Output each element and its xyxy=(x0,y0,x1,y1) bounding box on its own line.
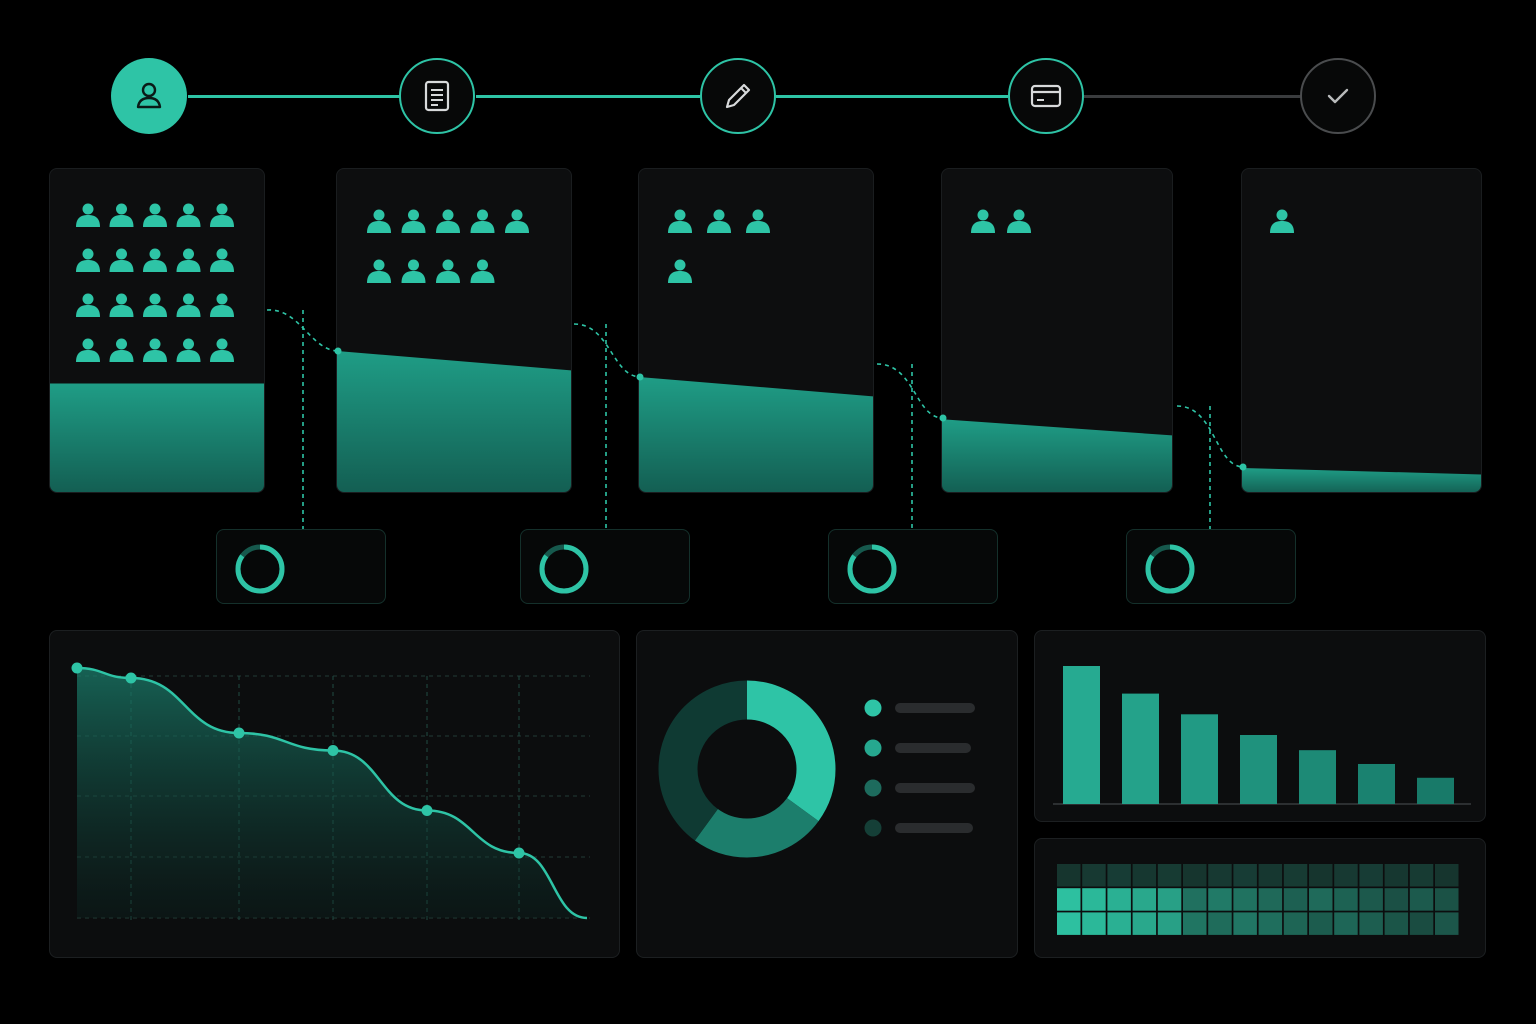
heatmap-cell[interactable] xyxy=(1233,912,1257,935)
heatmap-cell[interactable] xyxy=(1157,912,1182,935)
heatmap-cell[interactable] xyxy=(1233,888,1257,911)
heatmap-cell[interactable] xyxy=(1132,864,1157,887)
donut-legend-item xyxy=(864,779,975,797)
legend-swatch xyxy=(864,739,882,757)
heatmap-cell[interactable] xyxy=(1157,864,1182,887)
area-point[interactable] xyxy=(125,672,137,684)
bar[interactable] xyxy=(1240,735,1277,804)
heatmap-cell[interactable] xyxy=(1309,888,1333,911)
conversion-ring xyxy=(539,544,589,594)
legend-swatch xyxy=(864,779,882,797)
heatmap-cell[interactable] xyxy=(1208,888,1232,911)
conversion-card-2[interactable] xyxy=(520,529,690,604)
dropoff-area-chart xyxy=(49,630,620,958)
heatmap-cell[interactable] xyxy=(1107,888,1131,911)
heatmap-cell[interactable] xyxy=(1283,888,1308,911)
donut-chart-svg xyxy=(658,680,975,858)
heatmap-cell[interactable] xyxy=(1334,888,1358,911)
heatmap-cell[interactable] xyxy=(1258,912,1283,935)
conversion-ring xyxy=(235,544,285,594)
conversion-ring xyxy=(1145,544,1195,594)
heatmap-cell[interactable] xyxy=(1334,864,1358,887)
area-point[interactable] xyxy=(327,745,339,756)
area-chart-svg xyxy=(71,662,590,921)
donut-legend-item xyxy=(864,819,973,837)
legend-placeholder-bar xyxy=(895,703,975,713)
heatmap-cell[interactable] xyxy=(1409,864,1434,887)
heatmap-cell[interactable] xyxy=(1359,864,1383,887)
donut-legend-item xyxy=(864,699,975,717)
heatmap-cell[interactable] xyxy=(1359,888,1383,911)
heatmap-cell[interactable] xyxy=(1183,888,1207,911)
heatmap-cell[interactable] xyxy=(1082,864,1106,887)
heatmap-cell[interactable] xyxy=(1208,864,1232,887)
legend-swatch xyxy=(864,699,882,717)
bar[interactable] xyxy=(1122,693,1159,804)
heatmap-cell[interactable] xyxy=(1435,864,1459,887)
heatmap-cell[interactable] xyxy=(1082,912,1106,935)
legend-placeholder-bar xyxy=(895,783,975,793)
heatmap-cell[interactable] xyxy=(1384,864,1409,887)
heatmap-cell[interactable] xyxy=(1258,888,1283,911)
heatmap-cell[interactable] xyxy=(1107,912,1131,935)
donut-legend-item xyxy=(864,739,971,757)
bar[interactable] xyxy=(1063,666,1100,804)
bar[interactable] xyxy=(1299,750,1336,804)
heatmap-cell[interactable] xyxy=(1057,912,1081,935)
heatmap-cell[interactable] xyxy=(1057,864,1081,887)
heatmap-cell[interactable] xyxy=(1082,888,1106,911)
heatmap-cell[interactable] xyxy=(1309,912,1333,935)
heatmap-cell[interactable] xyxy=(1384,912,1409,935)
heatmap-cell[interactable] xyxy=(1208,912,1232,935)
area-point[interactable] xyxy=(71,662,83,674)
area-point[interactable] xyxy=(421,805,433,816)
heatmap-cell[interactable] xyxy=(1283,912,1308,935)
heatmap-cell[interactable] xyxy=(1132,912,1157,935)
bar[interactable] xyxy=(1181,714,1218,804)
heatmap-cell[interactable] xyxy=(1233,864,1257,887)
heatmap-cell[interactable] xyxy=(1384,888,1409,911)
bar-chart-panel xyxy=(1034,630,1486,822)
conversion-card-4[interactable] xyxy=(1126,529,1296,604)
heatmap-cell[interactable] xyxy=(1057,888,1081,911)
heatmap-cell[interactable] xyxy=(1283,864,1308,887)
legend-placeholder-bar xyxy=(895,743,971,753)
area-point[interactable] xyxy=(513,847,525,859)
conversion-card-3[interactable] xyxy=(828,529,998,604)
funnel-connectors xyxy=(266,309,1247,530)
heatmap-cell[interactable] xyxy=(1435,912,1459,935)
heatmap-cell[interactable] xyxy=(1435,888,1459,911)
legend-placeholder-bar xyxy=(895,823,973,833)
heatmap-cell[interactable] xyxy=(1107,864,1131,887)
heatmap-cell[interactable] xyxy=(1132,888,1157,911)
conversion-card-1[interactable] xyxy=(216,529,386,604)
heatmap-cell[interactable] xyxy=(1334,912,1358,935)
heatmap-cell[interactable] xyxy=(1258,864,1283,887)
heatmap-svg xyxy=(1057,864,1459,935)
heatmap-panel xyxy=(1034,838,1486,958)
conversion-ring xyxy=(847,544,897,594)
bar[interactable] xyxy=(1358,763,1395,804)
heatmap-cell[interactable] xyxy=(1183,864,1207,887)
area-point[interactable] xyxy=(233,727,245,739)
donut-chart-panel xyxy=(636,630,1018,958)
heatmap-cell[interactable] xyxy=(1409,912,1434,935)
area-fill xyxy=(77,668,587,918)
bar-chart-svg xyxy=(1053,666,1471,805)
heatmap-cell[interactable] xyxy=(1409,888,1434,911)
heatmap-cell[interactable] xyxy=(1359,912,1383,935)
bar[interactable] xyxy=(1417,777,1454,804)
heatmap-cell[interactable] xyxy=(1309,864,1333,887)
legend-swatch xyxy=(864,819,882,837)
heatmap-cell[interactable] xyxy=(1183,912,1207,935)
heatmap-cell[interactable] xyxy=(1157,888,1182,911)
